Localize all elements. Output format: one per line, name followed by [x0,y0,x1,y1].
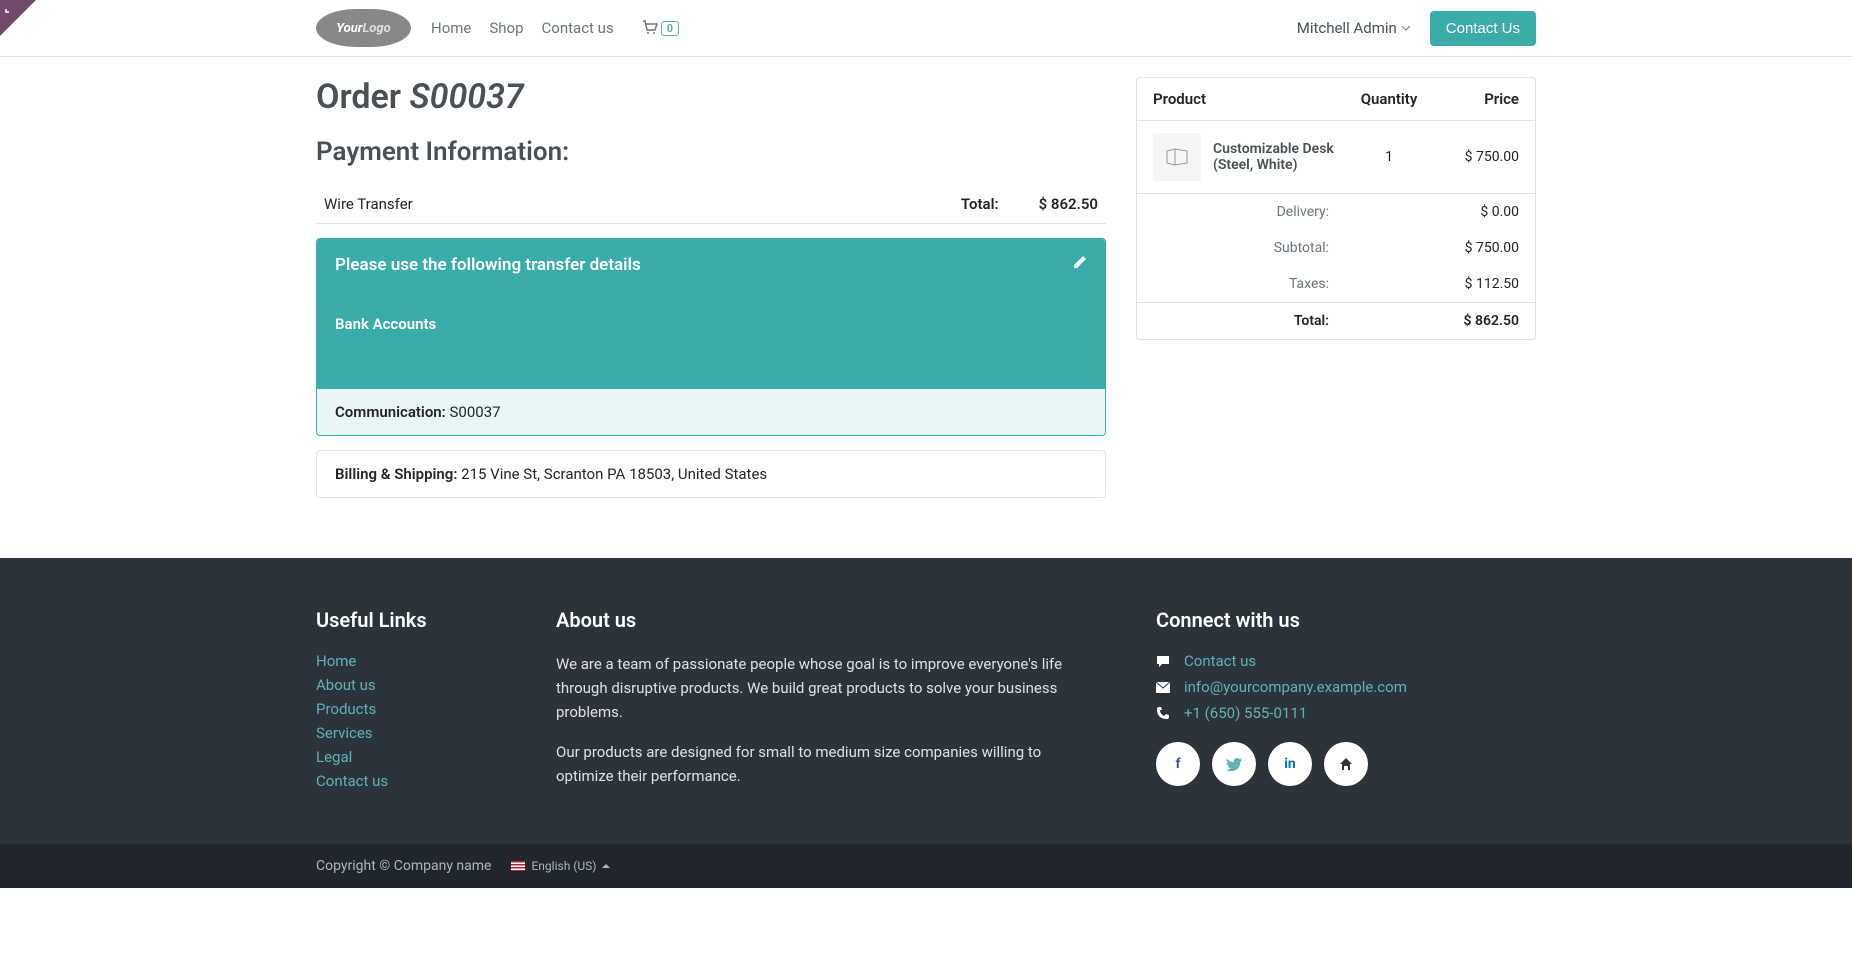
chevron-down-icon [1402,26,1410,31]
product-qty: 1 [1349,149,1429,165]
order-summary: Product Quantity Price Customizable Desk… [1136,77,1536,340]
summary-col-qty: Quantity [1349,90,1429,108]
shipping-box: Billing & Shipping: 215 Vine St, Scranto… [316,450,1106,498]
editor-toggle-icon [4,4,14,14]
transfer-details-box: Please use the following transfer detail… [316,238,1106,436]
nav-shop[interactable]: Shop [489,19,523,37]
product-name: Customizable Desk (Steel, White) [1213,141,1349,173]
taxes-value: $ 112.50 [1409,276,1519,292]
site-header: YourLogo Home Shop Contact us 0 Mitchell… [0,0,1852,57]
delivery-label: Delivery: [1153,204,1409,220]
user-menu[interactable]: Mitchell Admin [1297,19,1410,37]
main-content: Order S00037 Payment Information: Wire T… [286,57,1566,558]
communication-row: Communication: S00037 [317,389,1105,435]
user-name: Mitchell Admin [1297,19,1397,37]
language-label: English (US) [531,859,596,873]
summary-col-product: Product [1153,90,1349,108]
language-selector[interactable]: English (US) [511,859,610,873]
summary-item-row: Customizable Desk (Steel, White) 1 $ 750… [1137,121,1535,194]
site-footer: Useful Links Home About us Products Serv… [0,558,1852,888]
social-twitter[interactable] [1212,742,1256,786]
cart-icon [642,20,658,36]
about-text-2: Our products are designed for small to m… [556,740,1076,788]
summary-total-label: Total: [1153,313,1409,329]
footer-link-home[interactable]: Home [316,652,356,670]
product-price: $ 750.00 [1429,149,1519,165]
nav-home[interactable]: Home [431,19,471,37]
footer-link-contact[interactable]: Contact us [316,772,388,790]
social-facebook[interactable]: f [1156,742,1200,786]
comment-icon [1156,654,1172,668]
cart-count-badge: 0 [661,21,679,36]
caret-up-icon [602,864,610,868]
about-text-1: We are a team of passionate people whose… [556,652,1076,724]
connect-heading: Connect with us [1156,608,1536,632]
bank-accounts-label: Bank Accounts [335,315,1087,333]
flag-icon [511,861,525,871]
connect-email-link[interactable]: info@yourcompany.example.com [1184,678,1407,696]
payment-method: Wire Transfer [324,195,413,213]
phone-icon [1156,706,1172,720]
taxes-label: Taxes: [1153,276,1409,292]
payment-method-row: Wire Transfer Total: $ 862.50 [316,185,1106,224]
edit-button[interactable] [1073,255,1087,269]
copyright: Copyright © Company name [316,858,491,874]
delivery-value: $ 0.00 [1409,204,1519,220]
footer-link-products[interactable]: Products [316,700,376,718]
transfer-title: Please use the following transfer detail… [335,255,1087,275]
connect-phone-link[interactable]: +1 (650) 555-0111 [1184,704,1307,722]
payment-total-value: $ 862.50 [1039,195,1098,213]
summary-total-value: $ 862.50 [1409,313,1519,329]
nav-contact[interactable]: Contact us [542,19,614,37]
cart-button[interactable]: 0 [642,20,679,36]
summary-col-price: Price [1429,90,1519,108]
connect-contact-link[interactable]: Contact us [1184,652,1256,670]
footer-link-about[interactable]: About us [316,676,376,694]
pencil-icon [1073,255,1087,269]
logo[interactable]: YourLogo [316,9,411,47]
main-nav: Home Shop Contact us 0 [431,19,679,37]
social-linkedin[interactable]: in [1268,742,1312,786]
payment-heading: Payment Information: [316,137,1106,167]
subtotal-label: Subtotal: [1153,240,1409,256]
footer-link-legal[interactable]: Legal [316,748,352,766]
about-heading: About us [556,608,1076,632]
subtotal-value: $ 750.00 [1409,240,1519,256]
useful-links-heading: Useful Links [316,608,516,632]
envelope-icon [1156,682,1172,693]
product-thumbnail [1153,133,1201,181]
contact-us-button[interactable]: Contact Us [1430,11,1536,46]
footer-link-services[interactable]: Services [316,724,373,742]
order-title: Order S00037 [316,77,1106,117]
social-home[interactable] [1324,742,1368,786]
payment-total-label: Total: [961,195,999,213]
